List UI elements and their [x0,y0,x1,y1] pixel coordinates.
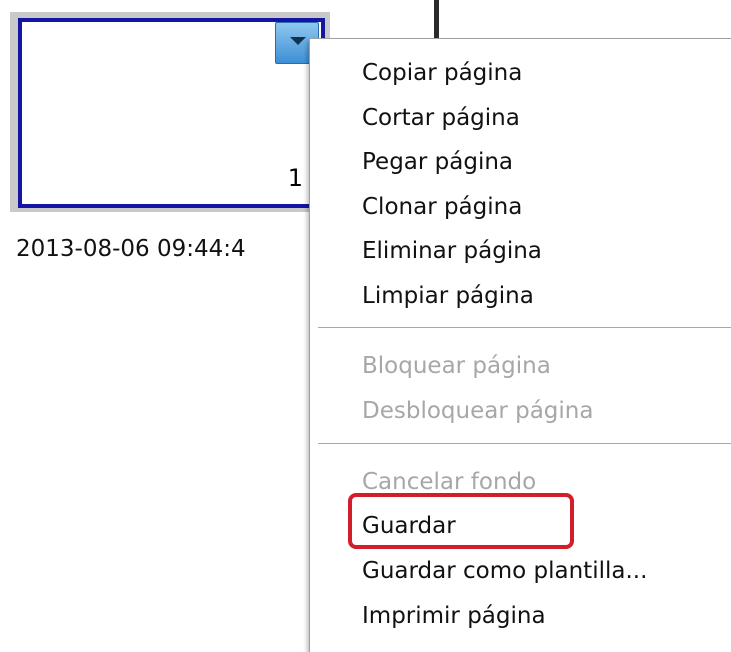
menu-item-paste-page[interactable]: Pegar página [362,140,513,184]
page-timestamp: 2013-08-06 09:44:4 [16,236,246,262]
menu-item-clone-page[interactable]: Clonar página [362,185,522,229]
menu-separator [318,443,731,445]
save-highlight-box [348,493,574,549]
menu-item-lock-page: Bloquear página [362,353,551,379]
chevron-down-icon [290,37,306,45]
menu-item-clear-page[interactable]: Limpiar página [362,274,534,318]
page-number: 1 [287,164,303,192]
menu-item-unlock-page: Desbloquear página [362,398,594,424]
menu-separator [318,327,731,329]
menu-item-print-page[interactable]: Imprimir página [362,594,546,638]
context-menu: Copiar página Cortar página Pegar página… [309,38,731,652]
menu-item-delete-page[interactable]: Eliminar página [362,229,542,273]
menu-item-copy-page[interactable]: Copiar página [362,51,522,95]
menu-item-save-as-template[interactable]: Guardar como plantilla... [362,549,647,593]
menu-item-cut-page[interactable]: Cortar página [362,96,520,140]
